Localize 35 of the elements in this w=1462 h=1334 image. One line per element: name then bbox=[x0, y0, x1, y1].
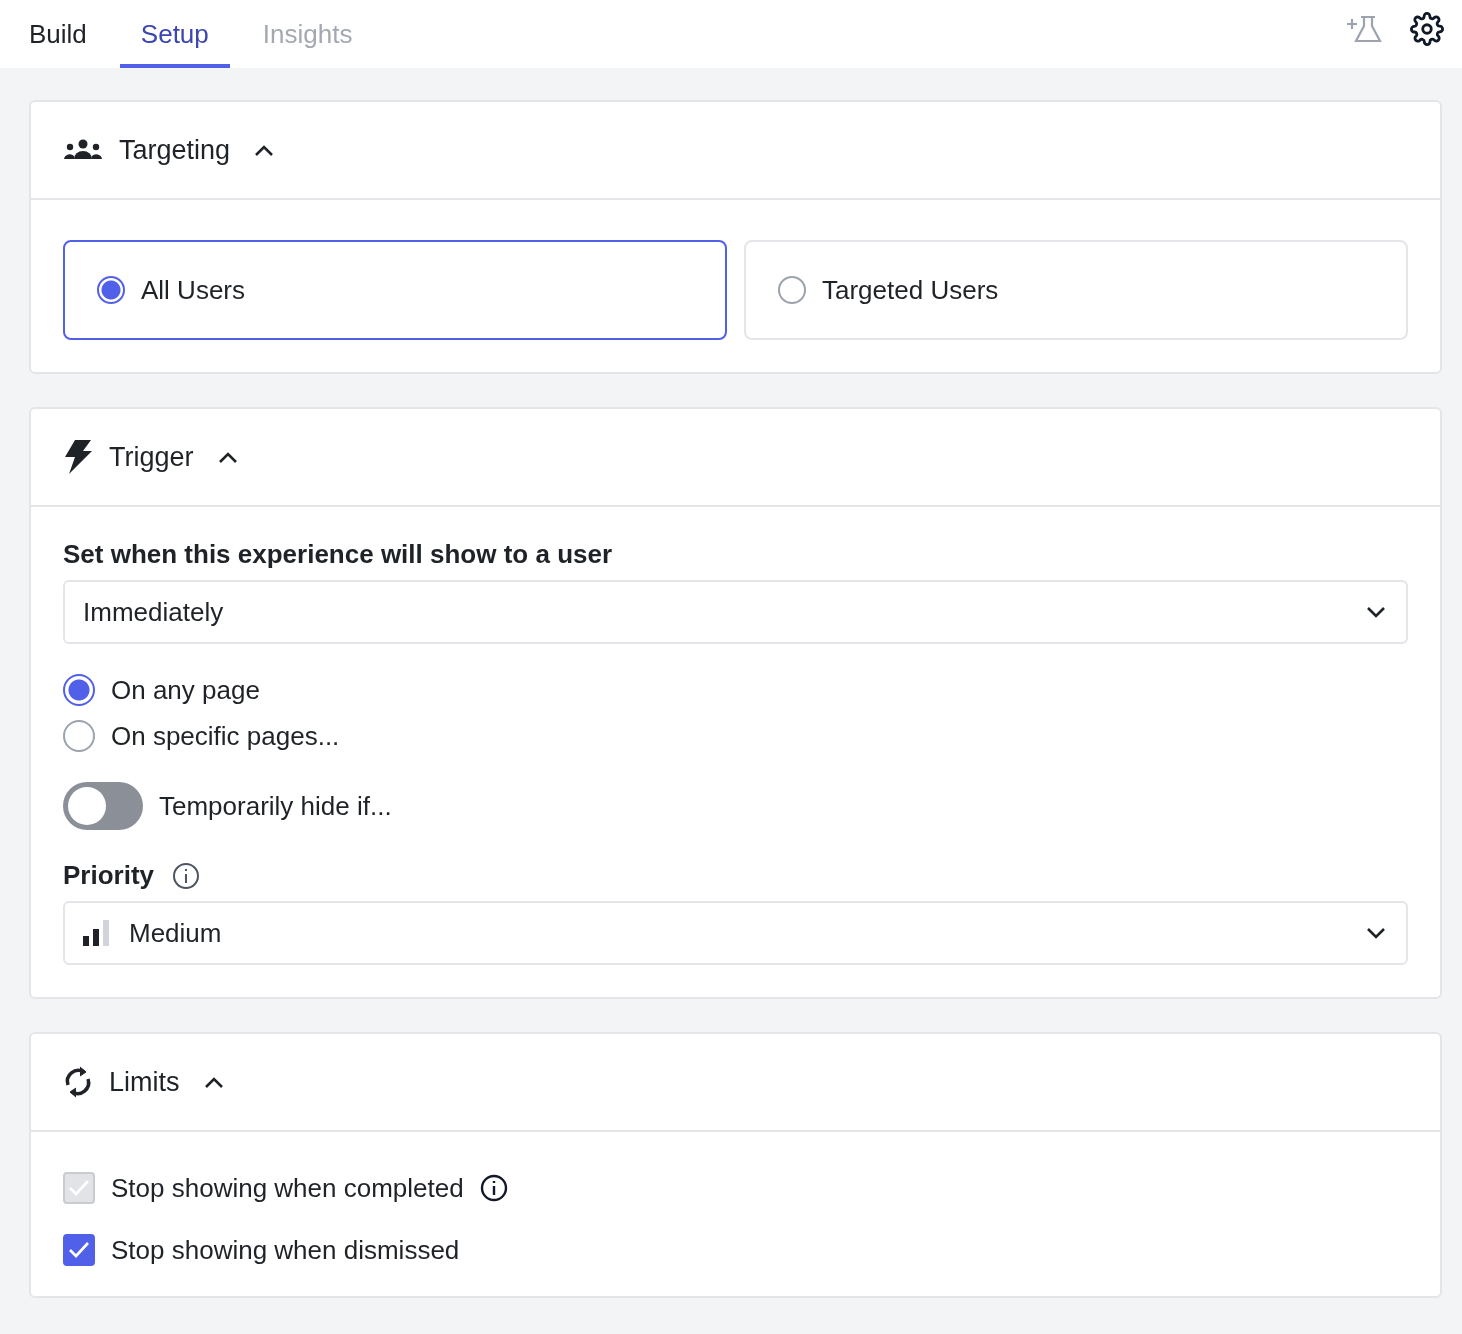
signal-bars-icon bbox=[83, 920, 111, 946]
field-label: Set when this experience will show to a user bbox=[63, 539, 614, 570]
chevron-icon bbox=[217, 451, 238, 463]
checkbox-label: Stop showing when completed bbox=[111, 1172, 464, 1204]
people-icon bbox=[63, 139, 103, 161]
radio-label: On any page bbox=[111, 674, 260, 706]
chevron-down-icon bbox=[1366, 606, 1386, 618]
tab[interactable]: Build bbox=[8, 0, 108, 68]
radio-button[interactable] bbox=[97, 276, 125, 304]
audience-option[interactable]: All Users bbox=[63, 240, 727, 340]
audience-option[interactable]: Targeted Users bbox=[744, 240, 1408, 340]
chevron-icon bbox=[254, 144, 275, 156]
toggle-switch[interactable] bbox=[63, 782, 143, 830]
checkbox[interactable] bbox=[63, 1234, 95, 1266]
radio-button[interactable] bbox=[63, 720, 95, 752]
checkbox-label: Stop showing when dismissed bbox=[111, 1234, 460, 1266]
checkmark-icon bbox=[68, 1179, 90, 1197]
timing-dropdown[interactable]: Immediately bbox=[63, 580, 1408, 644]
settings-icon[interactable] bbox=[1410, 12, 1444, 46]
field-label: Priority bbox=[63, 860, 155, 891]
section-title: Trigger bbox=[109, 441, 194, 473]
radio-label: On specific pages... bbox=[111, 720, 340, 752]
lightning-bolt-icon bbox=[63, 440, 93, 474]
radio-button[interactable] bbox=[778, 276, 806, 304]
section-title: Limits bbox=[109, 1066, 180, 1098]
tab[interactable]: Setup bbox=[119, 0, 230, 68]
radio-button[interactable] bbox=[63, 674, 95, 706]
section-title: Targeting bbox=[119, 134, 231, 166]
info-icon[interactable] bbox=[172, 861, 201, 890]
toggle-label: Temporarily hide if... bbox=[159, 790, 392, 822]
chevron-down-icon bbox=[1366, 927, 1386, 939]
refresh-icon bbox=[63, 1065, 93, 1099]
priority-dropdown[interactable]: Medium bbox=[63, 901, 1408, 965]
checkmark-icon bbox=[68, 1241, 90, 1259]
chevron-icon bbox=[203, 1076, 224, 1088]
